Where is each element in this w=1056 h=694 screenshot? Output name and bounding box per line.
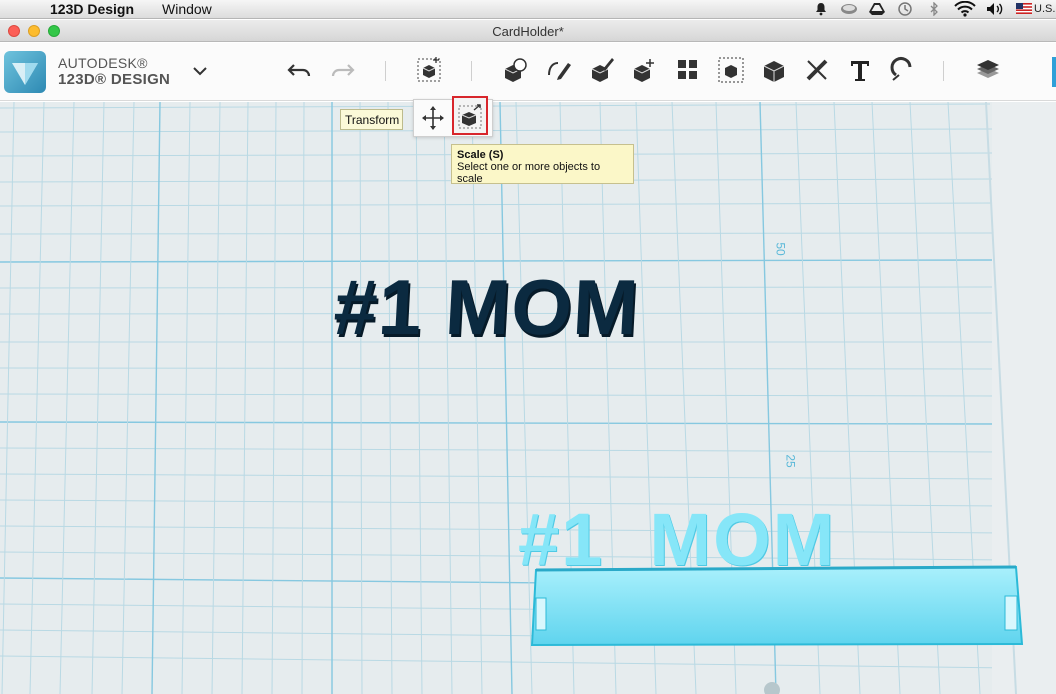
toolbar-edge-accent bbox=[1052, 57, 1056, 87]
measure-icon[interactable] bbox=[802, 55, 832, 85]
brand-company: AUTODESK® bbox=[58, 55, 148, 71]
tooltip-title: Scale (S) bbox=[457, 149, 504, 161]
window-title-bar[interactable]: CardHolder* bbox=[0, 20, 1056, 42]
volume-icon[interactable] bbox=[986, 2, 1006, 16]
text-object-selected[interactable]: #1 MOM bbox=[518, 498, 988, 582]
text-icon[interactable] bbox=[845, 55, 875, 85]
window-title: CardHolder* bbox=[492, 24, 564, 39]
drive-sync-icon[interactable] bbox=[840, 2, 858, 16]
window-menu[interactable]: Window bbox=[162, 1, 212, 17]
card-holder-base[interactable] bbox=[0, 102, 1056, 694]
transform-menu-label: Transform bbox=[340, 109, 403, 130]
app-menu-chevron-down-icon[interactable] bbox=[192, 65, 208, 77]
notification-bell-icon[interactable] bbox=[814, 2, 828, 16]
undo-icon[interactable] bbox=[285, 55, 315, 85]
keyboard-layout-label[interactable]: U.S. bbox=[1034, 3, 1055, 15]
google-drive-icon[interactable] bbox=[869, 2, 885, 16]
app-menu[interactable]: 123D Design bbox=[50, 1, 134, 17]
scale-tooltip: Scale (S) Select one or more objects to … bbox=[451, 144, 634, 185]
redo-icon[interactable] bbox=[327, 55, 357, 85]
tooltip-description: Select one or more objects to scale bbox=[457, 161, 601, 185]
brand-product: 123D® DESIGN bbox=[58, 71, 171, 88]
transform-icon[interactable] bbox=[414, 55, 444, 85]
transform-submenu bbox=[413, 96, 493, 137]
sketch-icon[interactable] bbox=[544, 55, 574, 85]
toolbar-divider bbox=[943, 61, 944, 81]
wifi-icon[interactable] bbox=[954, 1, 976, 17]
move-rotate-icon[interactable] bbox=[420, 104, 446, 132]
main-toolbar: AUTODESK® 123D® DESIGN bbox=[0, 43, 1056, 101]
grouping-icon[interactable] bbox=[716, 55, 746, 85]
bluetooth-icon[interactable] bbox=[929, 2, 939, 16]
primitives-icon[interactable] bbox=[500, 55, 530, 85]
toolbar-divider bbox=[385, 61, 386, 81]
mac-menu-bar: 123D Design Window U.S. bbox=[0, 0, 1056, 19]
scale-icon bbox=[458, 104, 482, 129]
us-flag-icon[interactable] bbox=[1016, 3, 1032, 14]
pattern-icon[interactable] bbox=[673, 55, 703, 85]
app-logo-icon[interactable] bbox=[4, 51, 46, 93]
snap-icon[interactable] bbox=[888, 55, 918, 85]
3d-viewport[interactable]: 50 25 #1 MOM #1 MOM bbox=[0, 102, 1056, 694]
combine-icon[interactable] bbox=[759, 55, 789, 85]
construct-icon[interactable] bbox=[587, 55, 617, 85]
scale-button[interactable] bbox=[452, 96, 488, 135]
modify-icon[interactable] bbox=[630, 55, 660, 85]
time-machine-icon[interactable] bbox=[897, 2, 913, 16]
material-icon[interactable] bbox=[973, 55, 1003, 85]
toolbar-divider bbox=[471, 61, 472, 81]
